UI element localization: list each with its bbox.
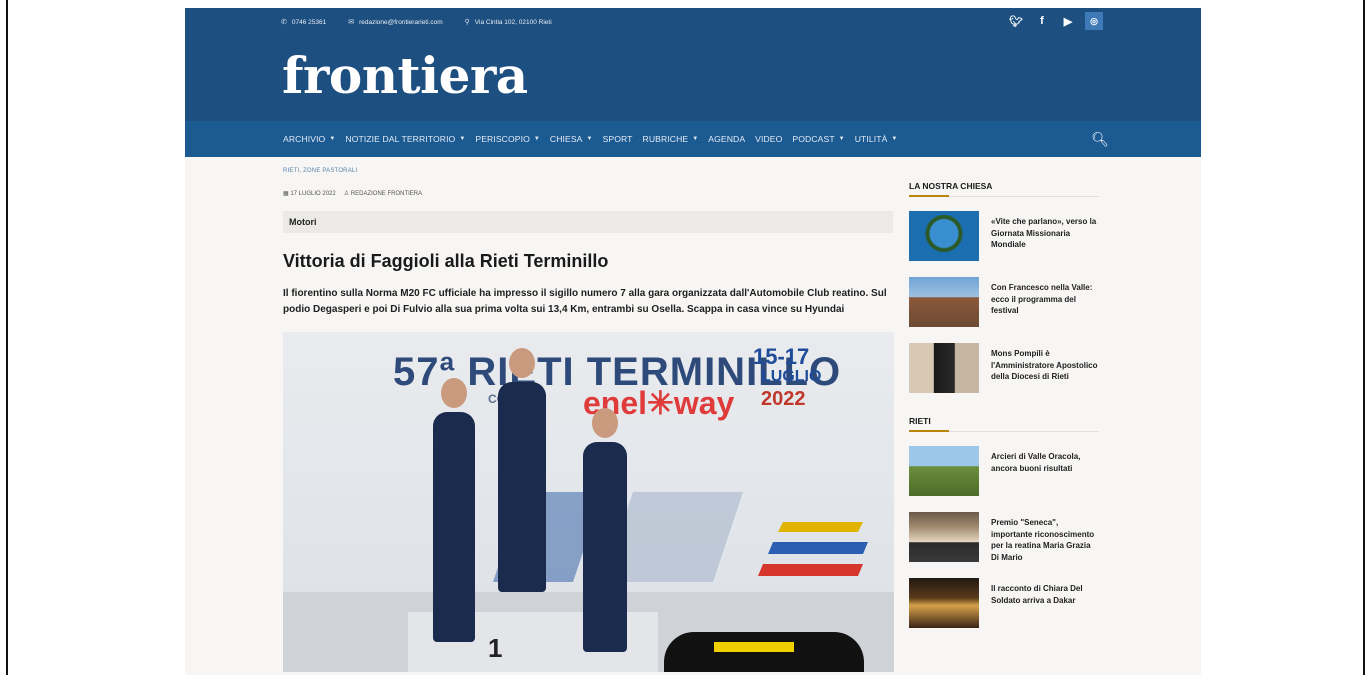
calendar-icon: ▦ [283,191,289,197]
sidebar-item-title[interactable]: Arcieri di Valle Oracola, ancora buoni r… [991,446,1099,496]
nav-item-label: NOTIZIE DAL TERRITORIO [345,134,456,144]
nav-item-archivio[interactable]: ARCHIVIO ▼ [283,134,335,144]
sidebar-item[interactable]: Il racconto di Chiara Del Soldato arriva… [909,578,1099,628]
caret-down-icon: ▼ [891,136,898,142]
driver-center [498,382,546,592]
email-text: redazione@frontierarieti.com [359,18,443,26]
twitter-icon[interactable]: 🐦︎ [1007,12,1025,30]
nav-item-label: VIDEO [755,134,783,144]
nav-item-video[interactable]: VIDEO [755,134,782,144]
category-label: Motori [289,217,317,227]
caret-down-icon: ▼ [586,136,593,142]
search-icon[interactable]: 🔍︎ [1091,131,1109,148]
article-lead: Il fiorentino sulla Norma M20 FC ufficia… [283,288,887,315]
nav-item-label: UTILITÀ [854,134,888,144]
page-frame: ✆ 0746 25361 ✉ redazione@frontierarieti.… [6,0,1365,675]
sidebar-thumbnail[interactable] [909,578,979,628]
driver-right [583,442,627,652]
race-car [664,632,864,672]
caret-down-icon: ▼ [329,136,336,142]
nav-item-sport[interactable]: SPORT [603,134,633,144]
caret-down-icon: ▼ [838,136,845,142]
nav-item-label: PERISCOPIO [475,134,530,144]
date-meta: ▦ 17 LUGLIO 2022 [283,190,336,197]
sidebar-item-title[interactable]: Il racconto di Chiara Del Soldato arriva… [991,578,1099,628]
facebook-icon[interactable]: f [1033,12,1051,30]
top-info-bar: ✆ 0746 25361 ✉ redazione@frontierarieti.… [185,8,1201,36]
article-title: Vittoria di Faggioli alla Rieti Terminil… [283,251,609,271]
sidebar-title-chiesa: LA NOSTRA CHIESA [909,181,1099,197]
address-text: Via Cintia 102, 02100 Rieti [474,18,552,26]
masthead: frontiera [185,36,1201,121]
nav-item-chiesa[interactable]: CHIESA ▼ [550,134,593,144]
nav-item-label: CHIESA [549,134,583,144]
author-meta[interactable]: ♙ REDAZIONE FRONTIERA [344,190,422,197]
nav-item-rubriche[interactable]: RUBRICHE ▼ [643,134,699,144]
mail-icon: ✉ [348,19,355,26]
nav-item-label: ARCHIVIO [283,134,326,144]
social-links: 🐦︎ f ▶ ◎ [1007,12,1103,30]
caret-down-icon: ▼ [459,136,466,142]
sidebar-item[interactable]: «Vite che parlano», verso la Giornata Mi… [909,211,1099,261]
driver-right-head [592,408,618,438]
nav-item-podcast[interactable]: PODCAST ▼ [792,134,844,144]
address-info: ⚲ Via Cintia 102, 02100 Rieti [464,18,552,27]
main-nav: ARCHIVIO ▼ NOTIZIE DAL TERRITORIO ▼ PERISCOP… [185,121,1201,157]
phone-text: 0746 25361 [291,18,327,26]
nav-item-label: PODCAST [792,134,835,144]
phone-icon: ✆ [281,19,287,26]
site-logo[interactable]: frontiera [282,46,528,105]
nav-item-periscopio[interactable]: PERISCOPIO ▼ [475,134,540,144]
article: RIETI, ZONE PASTORALI ▦ 17 LUGLIO 2022 ♙… [283,168,894,672]
instagram-icon[interactable]: ◎ [1085,12,1103,30]
driver-left [433,412,475,642]
nav-item-label: AGENDA [708,134,746,144]
sidebar-thumbnail[interactable] [909,446,979,496]
sidebar-item-title[interactable]: Premio "Seneca", importante riconoscimen… [991,512,1099,562]
nav-item-utilit[interactable]: UTILITÀ ▼ [855,134,898,144]
article-meta: ▦ 17 LUGLIO 2022 ♙ REDAZIONE FRONTIERA [283,190,893,197]
article-date: 17 LUGLIO 2022 [290,191,336,197]
sidebar-item-title[interactable]: Con Francesco nella Valle: ecco il progr… [991,277,1099,327]
sidebar-list-chiesa: «Vite che parlano», verso la Giornata Mi… [909,211,1099,393]
nav-item-label: RUBRICHE [642,134,689,144]
nav-item-agenda[interactable]: AGENDA [708,134,745,144]
podium-number: 1 [488,633,503,663]
sidebar-item-title[interactable]: Mons Pompili è l'Amministratore Apostoli… [991,343,1099,393]
sidebar: LA NOSTRA CHIESA «Vite che parlano», ver… [909,181,1099,644]
caret-down-icon: ▼ [692,136,699,142]
hero-image: 57ª RIETI TERMINILLO 15-17 LUGLIO 2022 C… [283,332,894,672]
driver-center-head [509,348,535,378]
sidebar-item-title[interactable]: «Vite che parlano», verso la Giornata Mi… [991,211,1099,261]
sidebar-item[interactable]: Con Francesco nella Valle: ecco il progr… [909,277,1099,327]
sidebar-thumbnail[interactable] [909,512,979,562]
banner-month: LUGLIO [761,368,822,385]
sidebar-section-rieti: RIETI Arcieri di Valle Oracola, ancora b… [909,416,1099,628]
nav-item-notizie-dal-territorio[interactable]: NOTIZIE DAL TERRITORIO ▼ [345,134,465,144]
youtube-icon[interactable]: ▶ [1059,12,1077,30]
browser-page: ✆ 0746 25361 ✉ redazione@frontierarieti.… [185,8,1201,675]
banner-dates: 15-17 [753,344,810,369]
sidebar-item[interactable]: Mons Pompili è l'Amministratore Apostoli… [909,343,1099,393]
caret-down-icon: ▼ [533,136,540,142]
sidebar-thumbnail[interactable] [909,277,979,327]
sidebar-thumbnail[interactable] [909,211,979,261]
sidebar-item[interactable]: Premio "Seneca", importante riconoscimen… [909,512,1099,562]
breadcrumb[interactable]: RIETI, ZONE PASTORALI [283,168,893,174]
banner-year: 2022 [761,388,806,410]
sidebar-thumbnail[interactable] [909,343,979,393]
article-author: REDAZIONE FRONTIERA [350,191,423,197]
phone-info[interactable]: ✆ 0746 25361 [281,18,327,27]
email-info[interactable]: ✉ redazione@frontierarieti.com [348,18,443,27]
user-icon: ♙ [343,191,350,197]
driver-left-head [441,378,467,408]
sidebar-item[interactable]: Arcieri di Valle Oracola, ancora buoni r… [909,446,1099,496]
sidebar-title-rieti: RIETI [909,416,1099,432]
map-pin-icon: ⚲ [464,19,470,26]
car-stripe [714,642,794,652]
category-bar[interactable]: Motori [283,211,893,233]
nav-item-label: SPORT [602,134,633,144]
sidebar-list-rieti: Arcieri di Valle Oracola, ancora buoni r… [909,446,1099,628]
